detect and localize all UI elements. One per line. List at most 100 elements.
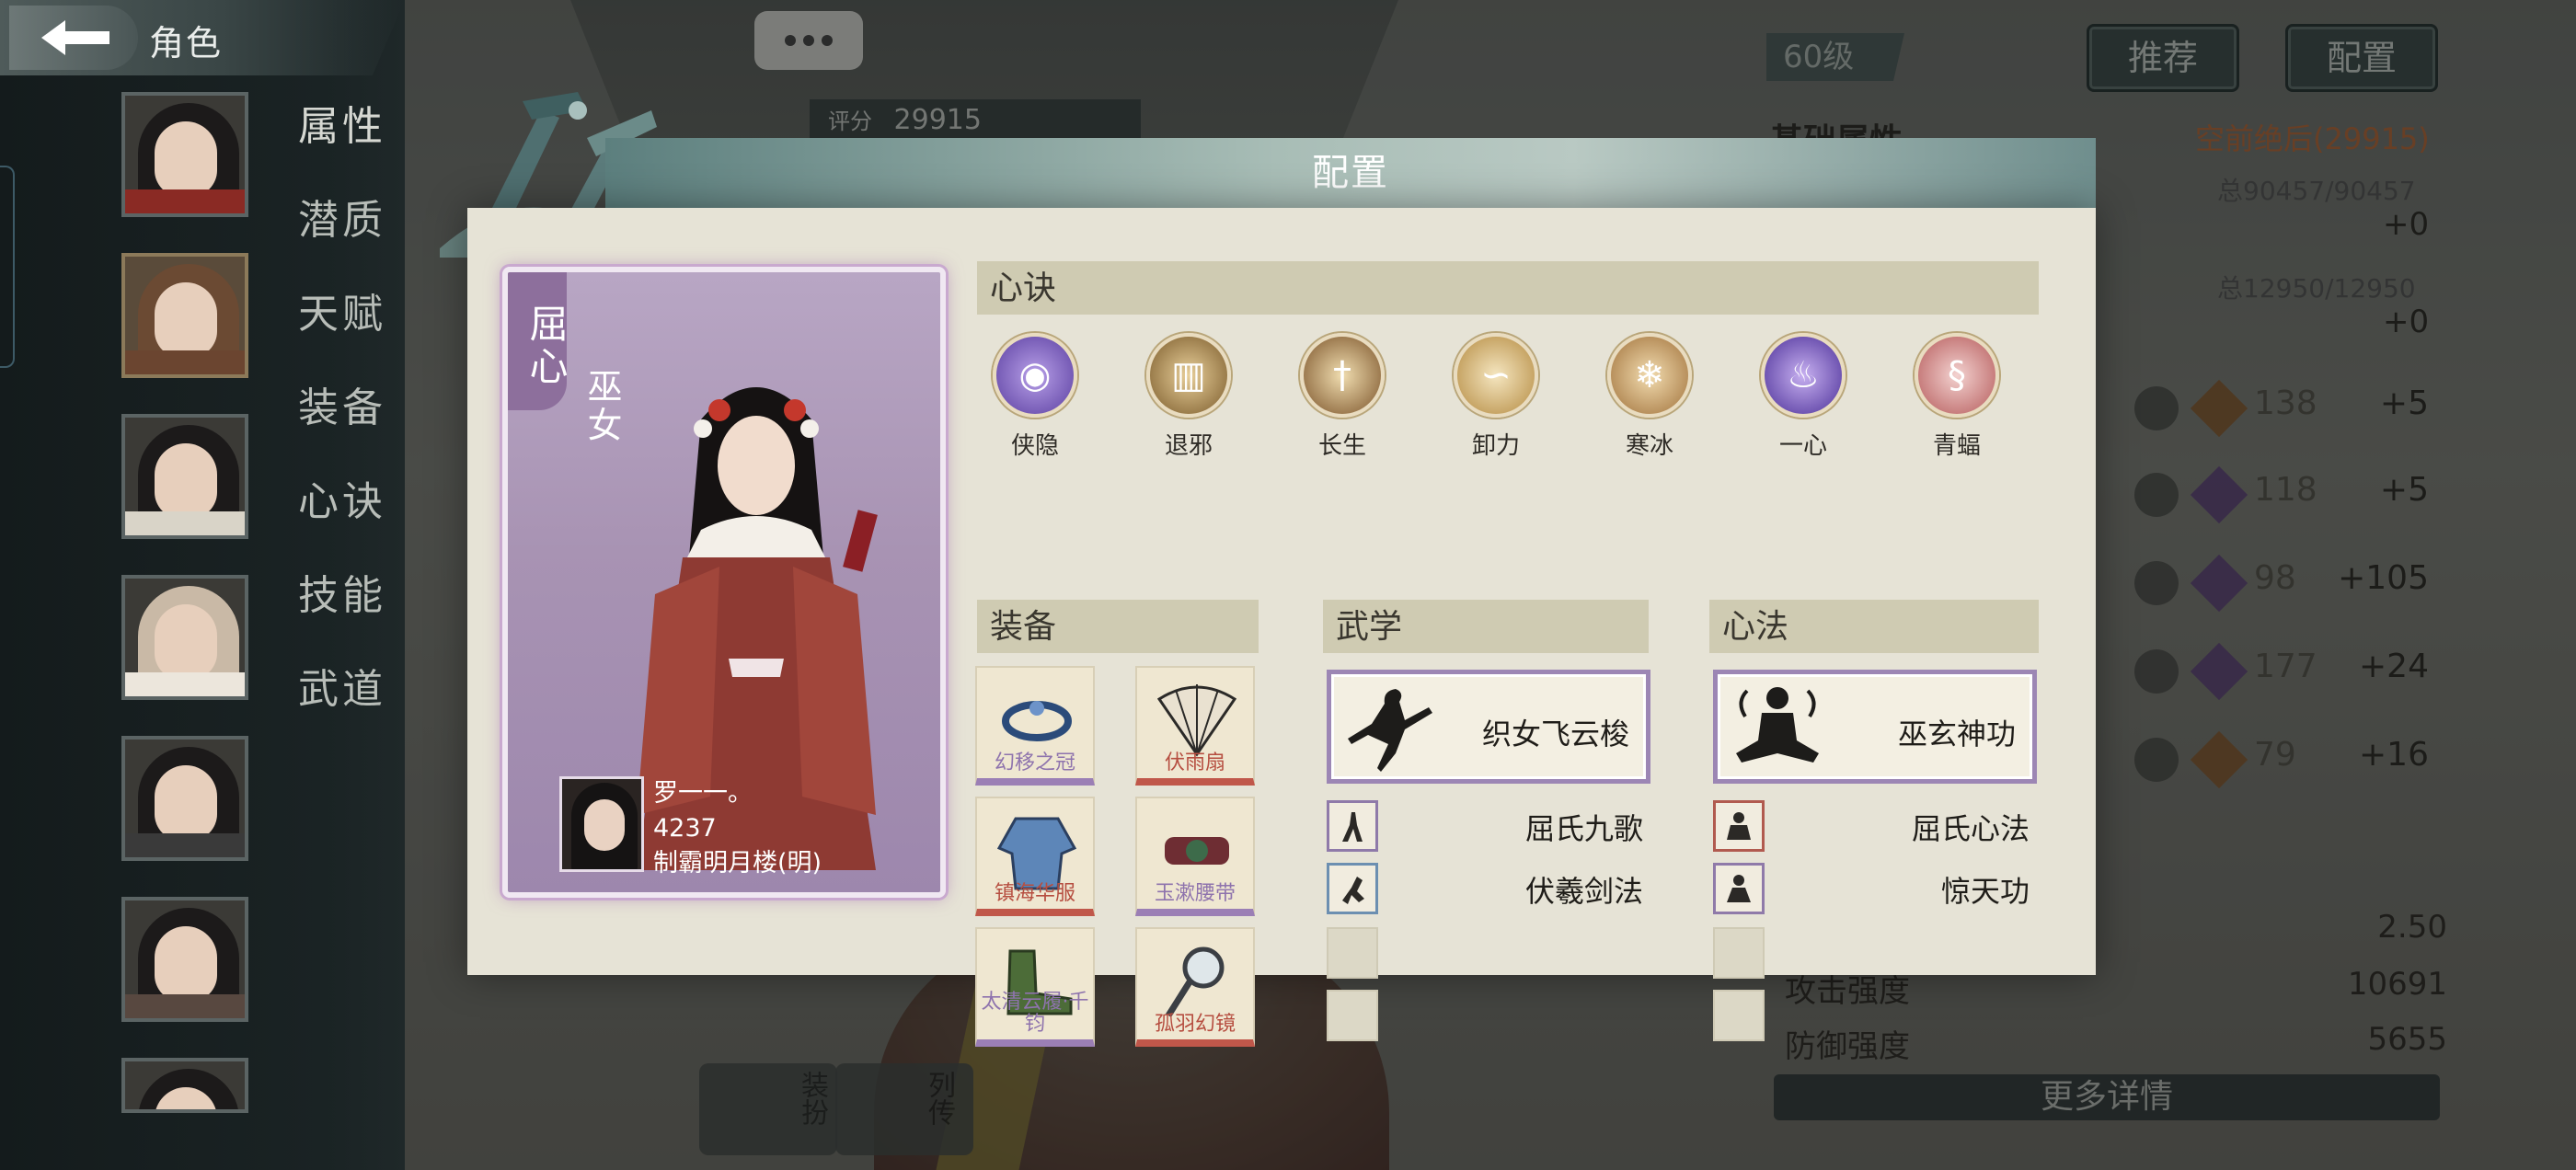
figure-icon	[1342, 812, 1363, 842]
wuxue-sub-skill-0[interactable]: 屈氏九歌	[1327, 800, 1695, 855]
wuxue-sub-skill-1[interactable]: 伏羲剑法	[1327, 863, 1695, 918]
equipment-name: 太清云履·千钧	[981, 991, 1089, 1036]
mirror-icon	[1166, 946, 1225, 1017]
purple-dragon-icon: ◉	[993, 333, 1077, 418]
equipment-slot-5[interactable]: 孤羽幻镜	[1135, 927, 1255, 1047]
skill-name: 伏羲剑法	[1524, 874, 1643, 909]
character-portrait[interactable]	[121, 736, 248, 861]
equipment-slot-1[interactable]: 伏雨扇	[1135, 666, 1255, 786]
equipment-slot-4[interactable]: 太清云履·千钧	[975, 927, 1095, 1047]
fan-icon	[1157, 684, 1236, 757]
golden-gate-icon: ▥	[1146, 333, 1231, 418]
empty-skill-slot[interactable]	[1327, 927, 1378, 979]
section-xinfa-header: 心法	[1709, 600, 2039, 653]
back-arrow-icon	[41, 20, 109, 55]
section-wuxue-header: 武学	[1323, 600, 1649, 653]
empty-skill-slot[interactable]	[1327, 990, 1378, 1041]
xinjue-label: 侠隐	[1010, 432, 1059, 460]
character-portrait[interactable]	[121, 897, 248, 1022]
nav-item-xinjue[interactable]: 心诀	[298, 475, 386, 568]
character-portrait[interactable]	[121, 1058, 248, 1113]
modal-header: 配置	[605, 138, 2096, 208]
equipment-slot-2[interactable]: 镇海华服	[975, 797, 1095, 916]
player-name: 罗一一。	[653, 779, 753, 808]
seated-figure-icon	[1727, 812, 1751, 840]
equipment-name: 幻移之冠	[994, 751, 1075, 774]
dancer-silhouette-icon	[1348, 689, 1432, 772]
nav-item-talent[interactable]: 天赋	[298, 287, 386, 381]
xinjue-slot-1[interactable]: ▥ 退邪	[1138, 333, 1239, 461]
xinjue-slot-2[interactable]: † 长生	[1292, 333, 1393, 461]
section-xinjue-header: 心诀	[977, 261, 2039, 315]
xinjue-label: 青蝠	[1932, 432, 1981, 460]
nav-item-wudao[interactable]: 武道	[298, 662, 386, 756]
equipment-name: 镇海华服	[994, 882, 1075, 905]
skill-icon-box	[1713, 863, 1765, 914]
equipment-name: 伏雨扇	[1164, 751, 1225, 774]
nav-item-skills[interactable]: 技能	[298, 568, 386, 662]
xinfa-sub-skill-1[interactable]: 惊天功	[1713, 863, 2081, 918]
crown-icon	[1002, 701, 1072, 741]
xinjue-slot-4[interactable]: ❄ 寒冰	[1599, 333, 1700, 461]
snowflake-icon: ❄	[1607, 333, 1692, 418]
violet-flame-icon: ♨	[1761, 333, 1846, 418]
equipment-name: 玉漱腰带	[1154, 882, 1236, 905]
skill-icon-box	[1327, 863, 1378, 914]
character-portrait[interactable]	[121, 414, 248, 539]
skill-icon-box	[1327, 800, 1378, 852]
character-list	[121, 92, 248, 1149]
equipment-name: 孤羽幻镜	[1154, 1013, 1236, 1036]
xinjue-label: 一心	[1778, 432, 1827, 460]
player-guild: 制霸明月楼(明)	[653, 849, 822, 878]
skill-name: 屈氏心法	[1911, 811, 2030, 846]
side-tab-handle[interactable]	[0, 166, 15, 368]
skill-name: 织女飞云梭	[1481, 717, 1629, 751]
left-navigation: 角色 属性 潜质 天赋 装备 心诀 技能 武道	[0, 0, 405, 1170]
skill-name: 惊天功	[1940, 874, 2030, 909]
wuxue-main-skill[interactable]: 织女飞云梭	[1327, 670, 1650, 784]
xinjue-label: 退邪	[1164, 432, 1213, 460]
character-portrait-selected[interactable]	[121, 253, 248, 378]
player-info: 罗一一。 4237 制霸明月楼(明)	[653, 776, 822, 881]
belt-icon	[1165, 837, 1229, 865]
xinjue-label: 寒冰	[1625, 432, 1673, 460]
pink-swirl-icon: §	[1915, 333, 1999, 418]
meditating-figure-icon	[1727, 875, 1751, 902]
robe-icon	[997, 817, 1076, 890]
golden-sword-icon: †	[1300, 333, 1385, 418]
xinjue-slot-6[interactable]: § 青蝠	[1906, 333, 2007, 461]
equipment-slot-3[interactable]: 玉漱腰带	[1135, 797, 1255, 916]
player-avatar[interactable]	[559, 776, 644, 872]
page-title: 角色	[149, 23, 224, 63]
empty-skill-slot[interactable]	[1713, 927, 1765, 979]
equipment-slot-0[interactable]: 幻移之冠	[975, 666, 1095, 786]
modal-body: 屈心 巫女 罗一一。 4237 制霸明月楼(明) 心诀 ◉ 侠隐 ▥ 退邪 † …	[467, 208, 2096, 1047]
empty-skill-slot[interactable]	[1713, 990, 1765, 1041]
back-button[interactable]	[9, 6, 138, 70]
config-modal: 配置 屈心 巫女 罗一一。 4237 制霸明月楼(明) 心诀 ◉ 侠隐 ▥ 退邪…	[440, 92, 2096, 1047]
section-equipment-header: 装备	[977, 600, 1259, 653]
skill-icon-box	[1713, 800, 1765, 852]
skill-name: 巫玄神功	[1897, 717, 2016, 751]
leaping-figure-icon	[1342, 877, 1364, 904]
nav-item-potential[interactable]: 潜质	[298, 193, 386, 287]
character-name: 屈心	[523, 304, 566, 388]
nav-menu: 属性 潜质 天赋 装备 心诀 技能 武道	[298, 99, 386, 756]
character-portrait[interactable]	[121, 92, 248, 217]
gold-swirl-icon: ∽	[1454, 333, 1538, 418]
character-card: 屈心 巫女 罗一一。 4237 制霸明月楼(明)	[502, 267, 946, 898]
nav-item-attributes[interactable]: 属性	[298, 99, 386, 193]
xinjue-label: 卸力	[1471, 432, 1520, 460]
nav-item-equipment[interactable]: 装备	[298, 381, 386, 475]
xinfa-sub-skill-0[interactable]: 屈氏心法	[1713, 800, 2081, 855]
xinjue-slot-0[interactable]: ◉ 侠隐	[984, 333, 1086, 461]
skill-name: 屈氏九歌	[1524, 811, 1643, 846]
xinjue-label: 长生	[1317, 432, 1366, 460]
modal-title: 配置	[1312, 152, 1389, 193]
character-portrait[interactable]	[121, 575, 248, 700]
xinfa-main-skill[interactable]: 巫玄神功	[1713, 670, 2037, 784]
player-id: 4237	[653, 814, 717, 843]
xinjue-slot-3[interactable]: ∽ 卸力	[1445, 333, 1547, 461]
xinjue-slot-5[interactable]: ♨ 一心	[1753, 333, 1854, 461]
meditating-figure-icon	[1736, 687, 1819, 763]
